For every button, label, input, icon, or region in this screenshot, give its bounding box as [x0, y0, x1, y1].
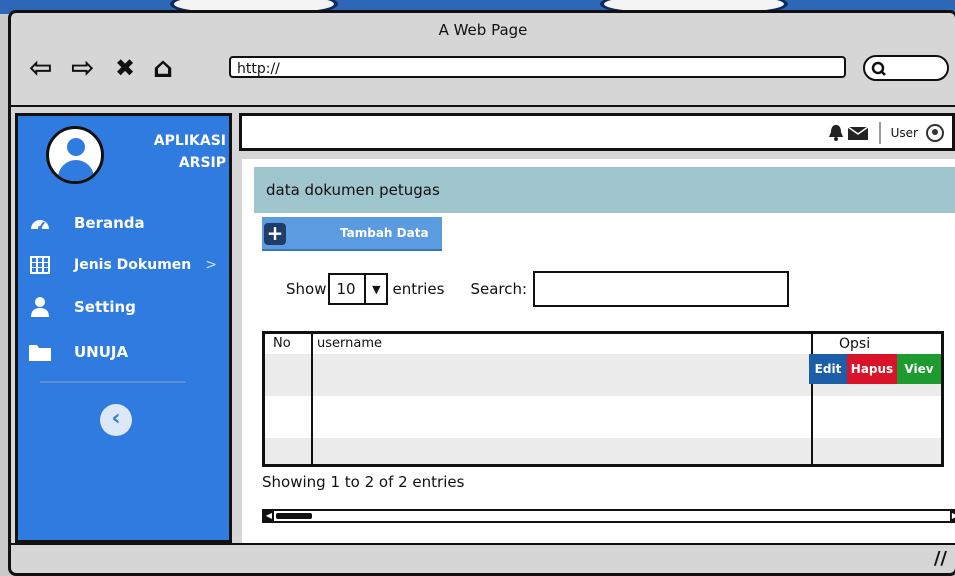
chevron-right-icon: >	[205, 257, 217, 273]
scrollbar-thumb[interactable]	[276, 513, 312, 519]
table-row	[265, 396, 941, 438]
app-brand: APLIKASI ARSIP	[153, 133, 226, 171]
horizontal-scrollbar[interactable]: ◀ ▶	[262, 509, 955, 523]
scroll-left-icon[interactable]: ◀	[264, 511, 274, 521]
chevron-left-icon: ‹	[111, 406, 121, 431]
chevron-down-icon: ▼	[364, 275, 386, 303]
sidebar-item-beranda[interactable]: Beranda	[28, 212, 145, 234]
mail-icon[interactable]	[847, 125, 869, 141]
avatar	[46, 126, 104, 184]
user-icon	[28, 296, 52, 318]
back-icon[interactable]: ⇦	[29, 53, 52, 83]
column-header-no: No	[273, 336, 291, 351]
plus-icon: +	[264, 223, 286, 245]
add-data-label: Tambah Data	[340, 226, 429, 240]
view-button[interactable]: Viev	[897, 354, 941, 384]
sidebar-item-jenis-dokumen[interactable]: Jenis Dokumen >	[28, 254, 217, 276]
sidebar-item-setting[interactable]: Setting	[28, 296, 136, 318]
sidebar-item-label: Jenis Dokumen	[74, 257, 192, 273]
entries-select[interactable]: 10 ▼	[328, 273, 389, 305]
data-table: No username Opsi Edit Hapus Viev	[262, 331, 944, 467]
forward-icon[interactable]: ⇨	[71, 53, 94, 83]
scroll-right-icon[interactable]: ▶	[950, 511, 955, 521]
dashboard-icon	[28, 212, 52, 234]
search-icon	[871, 61, 886, 76]
show-label: Show	[286, 280, 327, 298]
column-divider	[311, 334, 313, 464]
sidebar-divider	[40, 381, 186, 383]
add-data-button[interactable]: + Tambah Data	[262, 217, 442, 251]
sidebar-item-label: Beranda	[74, 214, 145, 232]
main-area: User data dokumen petugas + Tambah Data …	[239, 113, 955, 543]
top-navbar: User	[239, 113, 955, 151]
user-avatar-icon[interactable]	[926, 124, 944, 142]
user-label[interactable]: User	[891, 126, 918, 140]
navbar-divider	[878, 122, 881, 144]
entries-label: entries	[392, 280, 445, 298]
table-search-input[interactable]	[533, 271, 790, 307]
resize-handle-icon[interactable]: //	[934, 548, 947, 569]
bell-icon[interactable]	[827, 124, 845, 142]
browser-search-button[interactable]	[863, 55, 949, 81]
table-row	[265, 438, 941, 464]
collapse-sidebar-button[interactable]: ‹	[100, 404, 132, 436]
table-controls: Show 10 ▼ entries Search:	[286, 271, 790, 307]
sidebar: APLIKASI ARSIP Beranda Jenis Dokumen > S…	[15, 113, 232, 543]
window-title: A Web Page	[438, 21, 528, 39]
home-icon[interactable]: ⌂	[153, 53, 173, 83]
address-bar[interactable]: http://	[229, 56, 846, 78]
edit-button[interactable]: Edit	[809, 354, 847, 384]
content-area: data dokumen petugas + Tambah Data Show …	[242, 159, 955, 543]
toolbar-divider	[11, 105, 955, 107]
sidebar-item-label: Setting	[74, 298, 136, 316]
status-bar-divider	[11, 543, 955, 545]
search-label: Search:	[470, 280, 528, 298]
delete-button[interactable]: Hapus	[847, 354, 897, 384]
folder-icon	[28, 341, 52, 363]
sidebar-item-unuja[interactable]: UNUJA	[28, 341, 128, 363]
close-icon[interactable]: ✖	[115, 53, 135, 83]
column-header-opsi: Opsi	[839, 336, 871, 352]
entries-value: 10	[336, 280, 356, 298]
panel-title: data dokumen petugas	[254, 167, 955, 213]
sidebar-item-label: UNUJA	[74, 343, 129, 361]
browser-window: A Web Page ⇦ ⇨ ✖ ⌂ http:// APLIKASI ARSI…	[8, 10, 955, 576]
grid-icon	[28, 254, 52, 276]
table-info: Showing 1 to 2 of 2 entries	[262, 473, 465, 491]
column-header-username: username	[317, 336, 382, 351]
